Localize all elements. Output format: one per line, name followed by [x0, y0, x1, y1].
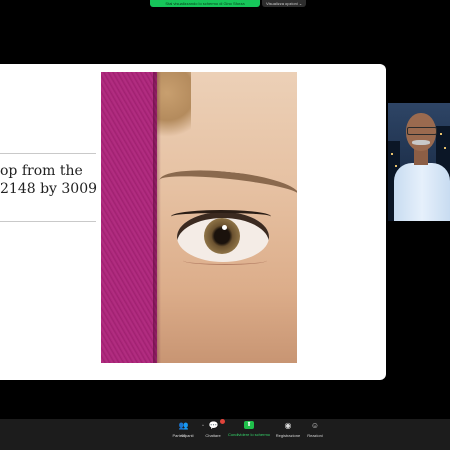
screen-share-banner[interactable]: Stai visualizzando lo schermo di Gino Sf… [150, 0, 260, 7]
iris [204, 218, 240, 254]
meeting-toolbar: 👥95 Partecipanti ^ 💬 Chattare ⬆ Condivid… [0, 419, 450, 450]
slide-caption-line-1: op from the [0, 163, 83, 179]
shirt [394, 163, 450, 221]
smiley-icon: ☺ [310, 421, 320, 430]
participants-icon: 👥95 [178, 421, 189, 438]
reactions-button[interactable]: ☺ Reazioni [303, 421, 327, 438]
slide-caption-line-2: 2148 by 3009 [0, 181, 98, 197]
chat-icon: 💬 [209, 419, 225, 430]
scarf [101, 72, 157, 363]
portrait-image [101, 72, 297, 363]
share-screen-label: Condividere lo schermo [227, 432, 271, 437]
window-light [440, 133, 442, 135]
window-light [391, 153, 393, 155]
window-light [444, 147, 446, 149]
window-light [395, 165, 397, 167]
participants-button[interactable]: 👥95 Partecipanti [168, 421, 198, 438]
glasses [407, 127, 437, 135]
chat-notification-badge [219, 419, 225, 424]
slide-divider-bottom [0, 221, 96, 222]
chat-label: Chattare [205, 433, 221, 438]
record-button[interactable]: ◉ Registrazione [274, 421, 302, 438]
participant-video-tile[interactable] [388, 103, 450, 221]
chat-button[interactable]: 💬 Chattare [201, 419, 225, 438]
record-icon: ◉ [284, 421, 292, 430]
eye-highlight [222, 225, 227, 230]
mustache [412, 140, 430, 145]
lower-eyelid [183, 256, 267, 265]
shared-screen-slide: op from the 2148 by 3009 [0, 64, 386, 380]
participants-label: Partecipanti [172, 433, 194, 438]
view-options-button[interactable]: Visualizza opzioni ⌄ [262, 0, 307, 7]
neck [414, 149, 428, 165]
slide-divider-top [0, 153, 96, 154]
slide-caption: op from the 2148 by 3009 [0, 162, 97, 198]
share-screen-icon: ⬆ [244, 421, 254, 429]
reactions-label: Reazioni [307, 433, 323, 438]
scarf-shadow [153, 72, 161, 363]
eyebrow [157, 164, 297, 211]
record-label: Registrazione [275, 433, 301, 438]
share-screen-button[interactable]: ⬆ Condividere lo schermo [226, 421, 272, 437]
